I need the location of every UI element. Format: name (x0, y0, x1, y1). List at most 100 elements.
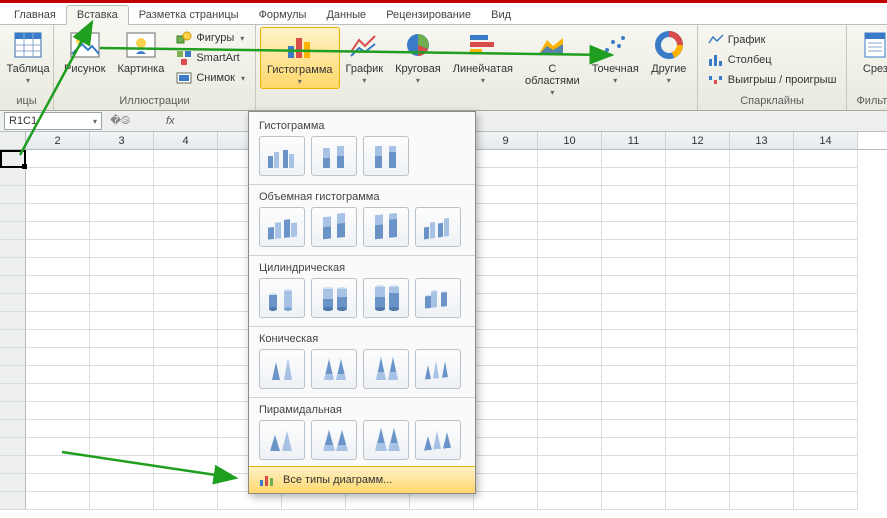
picture-button[interactable]: Рисунок (58, 27, 112, 77)
histogram-button[interactable]: Гистограмма ▾ (260, 27, 340, 89)
cell[interactable] (730, 168, 794, 186)
cell[interactable] (154, 474, 218, 492)
cell[interactable] (474, 240, 538, 258)
tab-formulas[interactable]: Формулы (249, 6, 317, 24)
cell[interactable] (538, 294, 602, 312)
cell[interactable] (794, 348, 858, 366)
cell[interactable] (474, 168, 538, 186)
slicer-button[interactable]: Срез (851, 27, 887, 77)
row-header[interactable] (0, 222, 26, 240)
cell[interactable] (730, 402, 794, 420)
cell[interactable] (666, 384, 730, 402)
cell[interactable] (602, 348, 666, 366)
cell[interactable] (154, 330, 218, 348)
sparkline-winloss-button[interactable]: Выигрыш / проигрыш (706, 71, 839, 89)
row-header[interactable] (0, 474, 26, 492)
cell[interactable] (602, 330, 666, 348)
cell[interactable] (538, 150, 602, 168)
cell[interactable] (90, 276, 154, 294)
row-header[interactable] (0, 240, 26, 258)
cell[interactable] (794, 294, 858, 312)
cell[interactable] (26, 366, 90, 384)
row-header[interactable] (0, 456, 26, 474)
cell[interactable] (90, 456, 154, 474)
cell[interactable] (538, 168, 602, 186)
cell[interactable] (26, 420, 90, 438)
cell[interactable] (90, 420, 154, 438)
cell[interactable] (474, 222, 538, 240)
cell[interactable] (602, 150, 666, 168)
cell[interactable] (474, 348, 538, 366)
cell[interactable] (474, 276, 538, 294)
cell[interactable] (538, 384, 602, 402)
cell[interactable] (154, 348, 218, 366)
cell[interactable] (666, 168, 730, 186)
cell[interactable] (538, 348, 602, 366)
cell[interactable] (90, 204, 154, 222)
cell[interactable] (538, 258, 602, 276)
cell[interactable] (538, 186, 602, 204)
cell[interactable] (154, 420, 218, 438)
col-header[interactable]: 3 (90, 132, 154, 149)
cell[interactable] (666, 330, 730, 348)
cell[interactable] (26, 474, 90, 492)
select-all-corner[interactable] (0, 132, 26, 149)
clipart-button[interactable]: Картинка (112, 27, 171, 77)
cell[interactable] (602, 366, 666, 384)
cell[interactable] (474, 384, 538, 402)
row-header[interactable] (0, 204, 26, 222)
cell[interactable] (26, 258, 90, 276)
cell[interactable] (26, 312, 90, 330)
tab-review[interactable]: Рецензирование (376, 6, 481, 24)
cell[interactable] (538, 330, 602, 348)
cell[interactable] (666, 402, 730, 420)
cell[interactable] (602, 492, 666, 510)
cell[interactable] (666, 438, 730, 456)
chart-type-clustered-column[interactable] (259, 136, 305, 176)
cell[interactable] (602, 420, 666, 438)
scatter-chart-button[interactable]: Точечная ▾ (586, 27, 645, 87)
cell[interactable] (154, 366, 218, 384)
cell[interactable] (538, 312, 602, 330)
cell[interactable] (794, 492, 858, 510)
row-header[interactable] (0, 312, 26, 330)
row-header[interactable] (0, 276, 26, 294)
cell[interactable] (474, 186, 538, 204)
cell[interactable] (794, 240, 858, 258)
cell[interactable] (154, 168, 218, 186)
cell[interactable] (666, 294, 730, 312)
cell[interactable] (666, 492, 730, 510)
cell[interactable] (218, 492, 282, 510)
cell[interactable] (730, 492, 794, 510)
cell[interactable] (730, 384, 794, 402)
col-header[interactable]: 14 (794, 132, 858, 149)
cell[interactable] (26, 150, 90, 168)
namebox-expand-icon[interactable]: �⧁ (110, 114, 126, 128)
cell[interactable] (538, 474, 602, 492)
cell[interactable] (666, 258, 730, 276)
cell[interactable] (602, 222, 666, 240)
cell[interactable] (794, 438, 858, 456)
cell[interactable] (282, 492, 346, 510)
cell[interactable] (26, 168, 90, 186)
cell[interactable] (794, 204, 858, 222)
cell[interactable] (666, 240, 730, 258)
cell[interactable] (794, 456, 858, 474)
cell[interactable] (154, 186, 218, 204)
cell[interactable] (666, 366, 730, 384)
cell[interactable] (794, 258, 858, 276)
cell[interactable] (730, 222, 794, 240)
cell[interactable] (666, 420, 730, 438)
row-header[interactable] (0, 330, 26, 348)
cell[interactable] (90, 366, 154, 384)
cell[interactable] (90, 150, 154, 168)
cell[interactable] (602, 186, 666, 204)
cell[interactable] (90, 438, 154, 456)
cell[interactable] (666, 456, 730, 474)
row-header[interactable] (0, 150, 26, 168)
cell[interactable] (26, 222, 90, 240)
chart-type-pyramid-clustered[interactable] (259, 420, 305, 460)
chart-type-cone-clustered[interactable] (259, 349, 305, 389)
chart-type-cylinder-clustered[interactable] (259, 278, 305, 318)
cell[interactable] (666, 276, 730, 294)
